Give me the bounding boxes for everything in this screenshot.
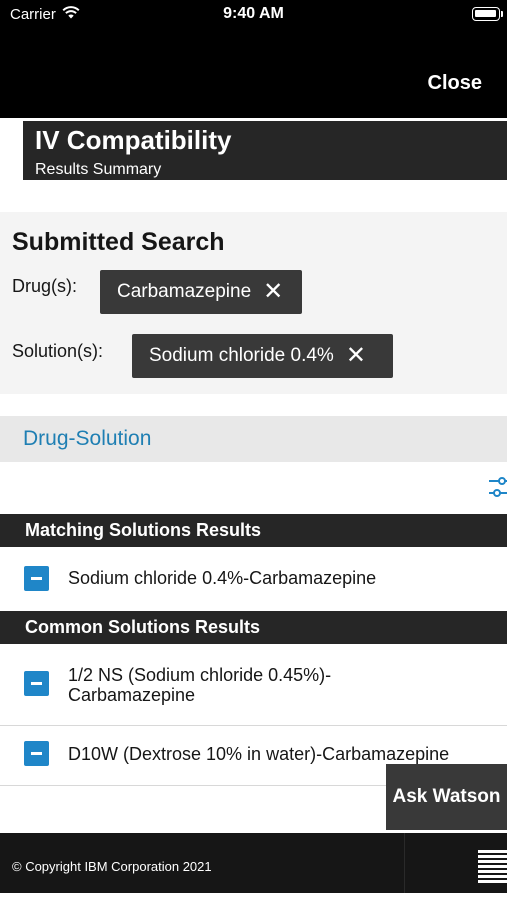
tab-drug-solution[interactable]: Drug-Solution [23,427,151,451]
remove-drug-icon[interactable]: ✕ [263,280,283,304]
battery-icon [472,7,500,21]
collapse-minus-icon[interactable] [24,741,49,766]
list-item-label: Sodium chloride 0.4%-Carbamazepine [68,568,377,588]
common-results-title: Common Solutions Results [25,617,261,637]
solution-chip-label: Sodium chloride 0.4% [149,345,334,366]
drug-chip[interactable]: Carbamazepine ✕ [100,270,302,314]
matching-results-header: Matching Solutions Results [0,514,507,547]
list-item-line: Carbamazepine [68,685,196,705]
battery-tip [501,11,503,17]
remove-solution-icon[interactable]: ✕ [346,344,366,368]
drug-chip-label: Carbamazepine [117,281,252,302]
page-title: IV Compatibility [35,125,232,155]
list-item-label: D10W (Dextrose 10% in water)-Carbamazepi… [68,744,450,764]
common-results-header: Common Solutions Results [0,611,507,644]
result-tabs: Drug-Solution [0,416,507,462]
submitted-search-heading: Submitted Search [12,228,225,256]
footer: © Copyright IBM Corporation 2021 [0,833,507,893]
ask-watson-button[interactable]: Ask Watson [386,764,507,830]
submitted-search-panel: Submitted Search Drug(s): Carbamazepine … [0,212,507,394]
collapse-minus-icon[interactable] [24,566,49,591]
page-header: IV Compatibility Results Summary [23,121,507,180]
clock: 9:40 AM [223,5,284,22]
matching-results-title: Matching Solutions Results [25,520,262,540]
footer-divider [404,833,405,893]
list-item-label: 1/2 NS (Sodium chloride 0.45%)- Carbamaz… [68,665,331,705]
navigation-bar: Close [0,30,507,118]
list-item[interactable]: 1/2 NS (Sodium chloride 0.45%)- Carbamaz… [0,644,507,725]
close-button[interactable]: Close [428,72,482,95]
solution-chip[interactable]: Sodium chloride 0.4% ✕ [132,334,393,378]
copyright-text: © Copyright IBM Corporation 2021 [12,859,212,874]
drugs-label: Drug(s): [12,276,78,296]
solutions-label: Solution(s): [12,341,104,361]
status-bar: Carrier 9:40 AM [0,0,507,30]
list-item-line: 1/2 NS (Sodium chloride 0.45%)- [68,665,332,685]
collapse-minus-icon[interactable] [24,671,49,696]
page-subtitle: Results Summary [35,161,162,178]
list-item[interactable]: Sodium chloride 0.4%-Carbamazepine [0,547,507,609]
filter-sliders-icon[interactable] [489,475,507,506]
ibm-logo [478,850,507,884]
